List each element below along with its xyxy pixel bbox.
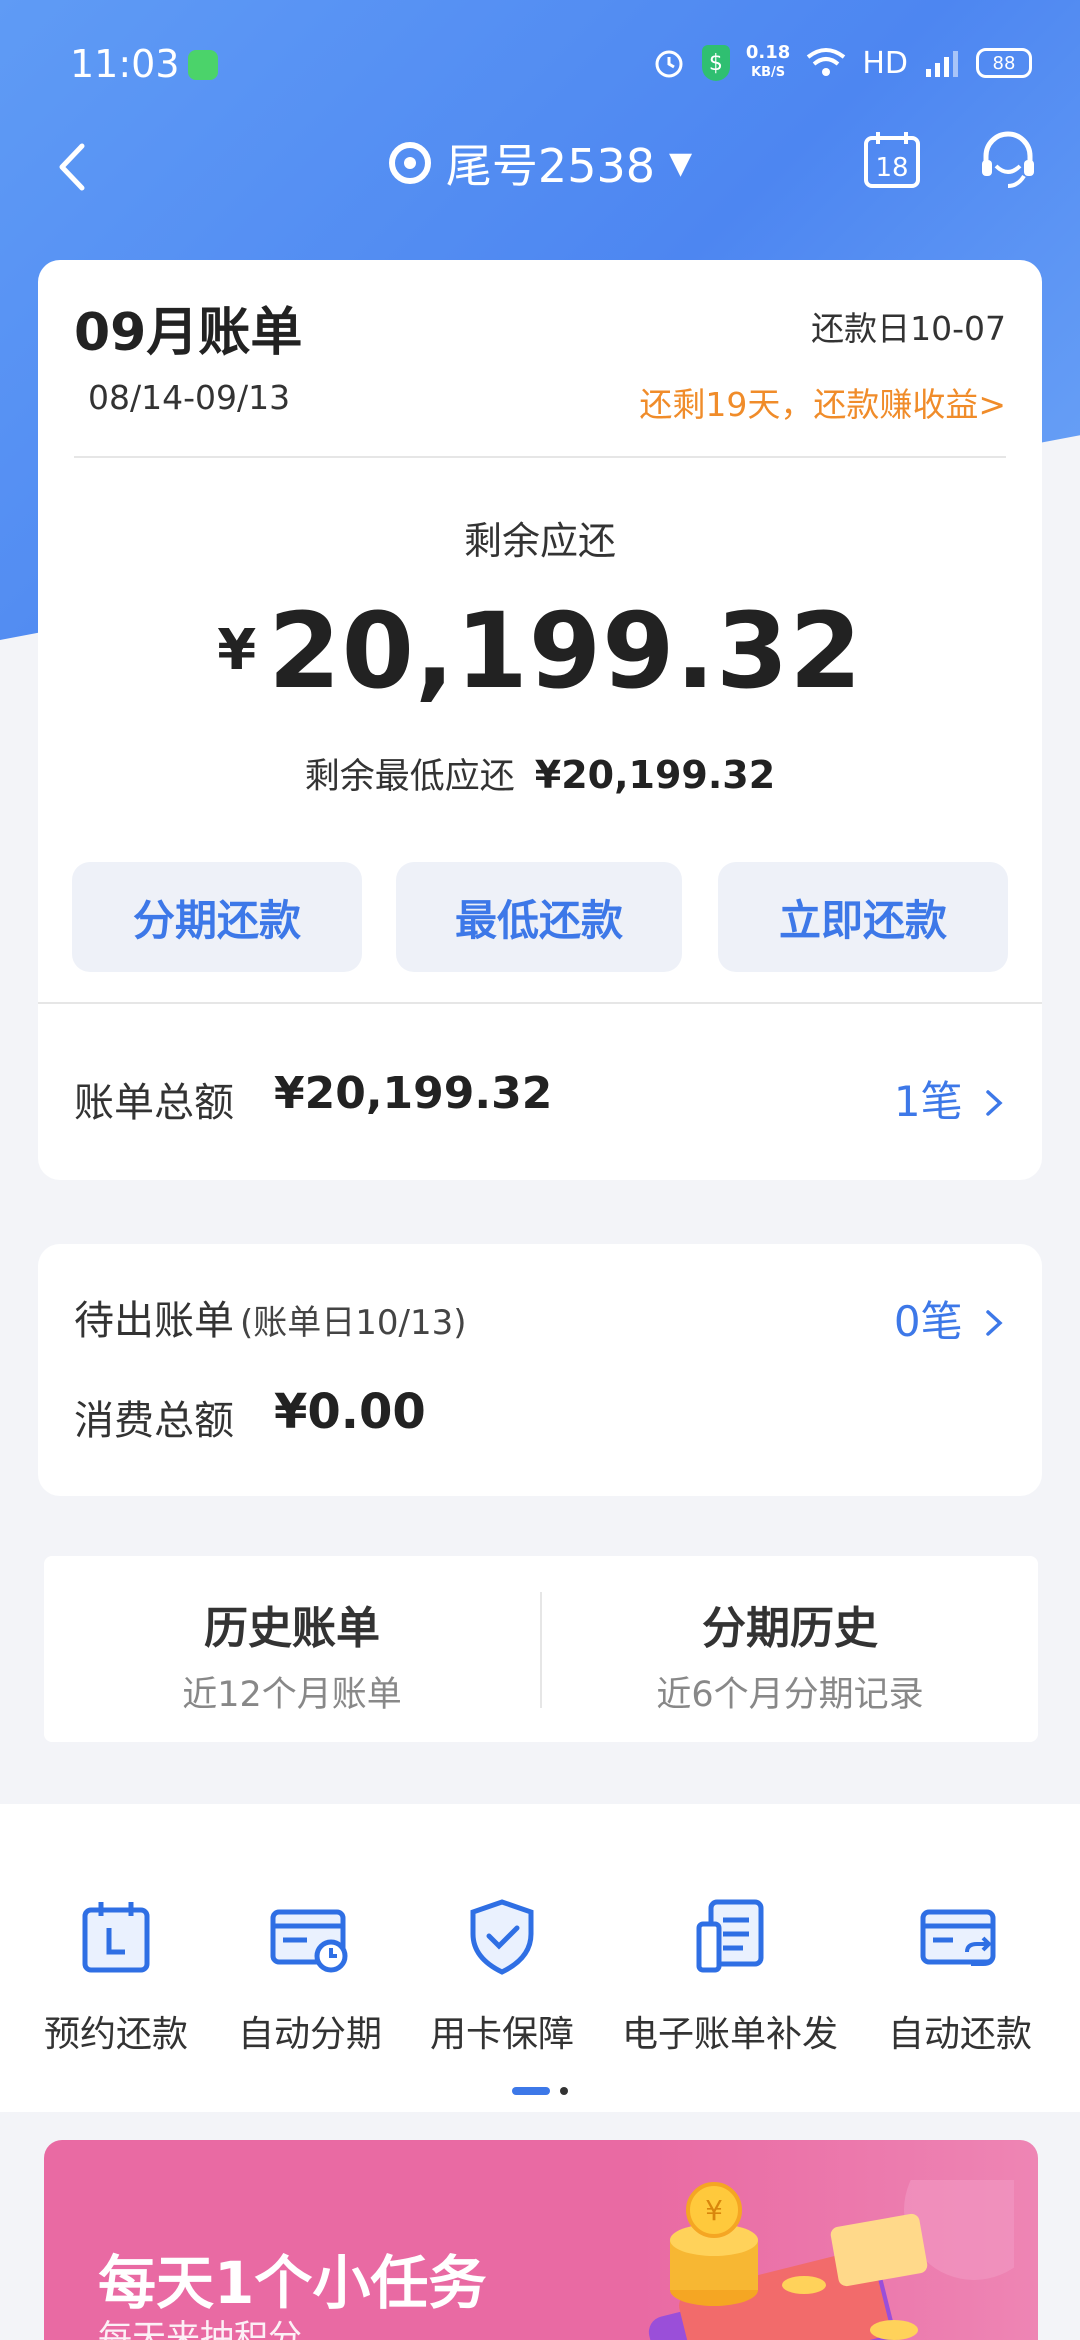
tool-auto-repay[interactable]: 自动还款: [880, 1894, 1040, 2057]
bill-period: 08/14-09/13: [88, 378, 291, 417]
tool-label: 电子账单补发: [621, 2014, 838, 2055]
pending-bill-label: 待出账单: [74, 1298, 234, 1344]
history-bills-title: 历史账单: [204, 1603, 380, 1654]
status-time: 11:03: [70, 42, 180, 86]
history-bills-subtitle: 近12个月账单: [182, 1675, 402, 1715]
spend-total-amount: ¥0.00: [274, 1384, 426, 1440]
tool-ebill-resend[interactable]: 电子账单补发: [614, 1894, 846, 2057]
bill-card: 09月账单 08/14-09/13 还款日10-07 还剩19天，还款赚收益> …: [38, 260, 1042, 1180]
alarm-icon: [652, 46, 686, 80]
remaining-amount-value: 20,199.32: [268, 590, 863, 712]
coins-illustration-icon: ¥: [648, 2180, 1014, 2340]
history-bills-entry[interactable]: 历史账单 近12个月账单: [44, 1592, 540, 1717]
banner-title: 每天1个小任务: [98, 2249, 487, 2317]
tool-auto-installment[interactable]: 自动分期: [230, 1894, 390, 2057]
bill-transactions-count: 1笔: [893, 1077, 963, 1126]
repay-now-button[interactable]: 立即还款: [718, 862, 1008, 972]
calendar-icon: [82, 1902, 150, 1973]
wifi-icon: [806, 47, 846, 79]
tool-label: 自动还款: [887, 2014, 1032, 2055]
battery-icon: 88: [976, 48, 1032, 78]
pending-transactions-link[interactable]: 0笔: [894, 1288, 1006, 1349]
tool-label: 用卡保障: [429, 2014, 574, 2055]
chevron-right-icon: [986, 1310, 1003, 1336]
statement-date: (账单日10/13): [240, 1303, 467, 1343]
page-dot: [560, 2087, 568, 2095]
network-speed: 0.18 KB/S: [746, 44, 790, 82]
minimum-payment-line: 剩余最低应还 ¥20,199.32: [38, 748, 1042, 799]
installment-history-subtitle: 近6个月分期记录: [656, 1675, 924, 1715]
card-tail-number: 尾号2538: [445, 139, 655, 193]
nav-bar: 尾号2538 ▼ 18: [0, 120, 1080, 210]
caret-down-icon: ▼: [669, 145, 693, 181]
tool-scheduled-repay[interactable]: 预约还款: [36, 1894, 196, 2057]
calendar-button[interactable]: 18: [860, 128, 924, 192]
shield-check-icon: [470, 1899, 534, 1975]
tool-label: 预约还款: [43, 2014, 188, 2055]
divider: [74, 456, 1006, 458]
notification-app-icon: [188, 50, 218, 80]
svg-text:18: 18: [875, 153, 908, 183]
minimum-payment-label: 剩余最低应还: [304, 757, 515, 797]
promo-banner[interactable]: 每天1个小任务 每天来抽积分 ¥: [44, 2140, 1038, 2340]
tool-card-protection[interactable]: 用卡保障: [422, 1894, 582, 2057]
pending-bill-card[interactable]: 待出账单 (账单日10/13) 0笔 消费总额 ¥0.00: [38, 1244, 1042, 1496]
calendar-icon: 18: [864, 132, 920, 188]
bank-logo-icon: [388, 142, 431, 184]
minimum-payment-amount: ¥20,199.32: [534, 753, 776, 797]
battery-level: 88: [992, 52, 1016, 74]
customer-service-button[interactable]: [974, 126, 1042, 194]
due-date: 还款日10-07: [811, 309, 1006, 348]
banner-subtitle: 每天来抽积分: [98, 2318, 302, 2340]
bill-transactions-link[interactable]: 1笔: [894, 1068, 1006, 1129]
installment-history-title: 分期历史: [702, 1603, 878, 1654]
card-clock-icon: [270, 1909, 348, 1973]
tool-label: 自动分期: [237, 2014, 382, 2055]
divider: [38, 1002, 1042, 1004]
minimum-repay-button[interactable]: 最低还款: [396, 862, 682, 972]
remaining-label: 剩余应还: [463, 519, 616, 563]
installment-repay-button[interactable]: 分期还款: [72, 862, 362, 972]
network-speed-unit: KB/S: [751, 65, 786, 80]
security-shield-icon: $: [701, 45, 730, 81]
chevron-right-icon: [986, 1090, 1003, 1116]
installment-history-entry[interactable]: 分期历史 近6个月分期记录: [542, 1592, 1038, 1717]
currency-symbol: ¥: [217, 618, 257, 683]
carousel-indicator: [0, 2087, 1080, 2095]
headset-icon: [982, 131, 1034, 188]
pending-bill-title: 待出账单 (账单日10/13): [74, 1288, 467, 1346]
document-icon: [696, 1899, 764, 1973]
bill-total-label: 账单总额: [74, 1080, 234, 1126]
card-cycle-icon: [920, 1909, 996, 1966]
due-reminder-link[interactable]: 还剩19天，还款赚收益>: [639, 378, 1006, 426]
remaining-amount: ¥20,199.32: [38, 590, 1042, 712]
bill-month-title: 09月账单: [74, 303, 303, 363]
network-speed-value: 0.18: [745, 42, 791, 63]
pending-transactions-count: 0笔: [893, 1297, 963, 1346]
spend-total-label: 消费总额: [74, 1398, 234, 1444]
page-dot-active: [512, 2087, 550, 2095]
bill-total-amount: ¥20,199.32: [274, 1068, 553, 1119]
svg-text:¥: ¥: [705, 2194, 723, 2227]
status-bar: 11:03 $ 0.18 KB/S HD 88: [0, 0, 1080, 130]
network-type: HD: [862, 45, 908, 81]
tools-carousel[interactable]: 预约还款 自动分期 用卡保障 电子账单补发 自动还款: [0, 1804, 1080, 2112]
signal-icon: [924, 47, 960, 79]
history-card: 历史账单 近12个月账单 分期历史 近6个月分期记录: [44, 1556, 1038, 1742]
status-icons: $ 0.18 KB/S HD 88: [652, 44, 1032, 82]
